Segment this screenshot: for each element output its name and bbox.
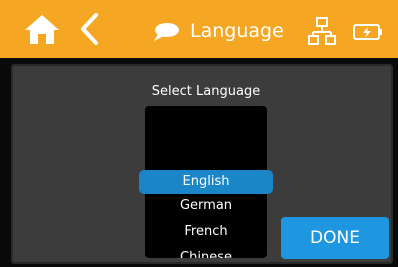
chat-icon (154, 23, 179, 41)
language-option-german[interactable]: German (145, 194, 267, 218)
done-button[interactable]: DONE (281, 217, 389, 259)
top-bar: Language (0, 0, 398, 58)
language-option-chinese[interactable]: Chinese (145, 246, 267, 258)
battery-icon[interactable] (352, 22, 384, 42)
back-icon[interactable] (78, 12, 100, 46)
home-icon[interactable] (22, 12, 62, 46)
language-option-english[interactable]: English (139, 170, 273, 194)
network-icon[interactable] (308, 16, 336, 46)
page-title: Language (190, 20, 284, 42)
select-language-label: Select Language (151, 84, 261, 99)
language-option-french[interactable]: French (145, 220, 267, 244)
